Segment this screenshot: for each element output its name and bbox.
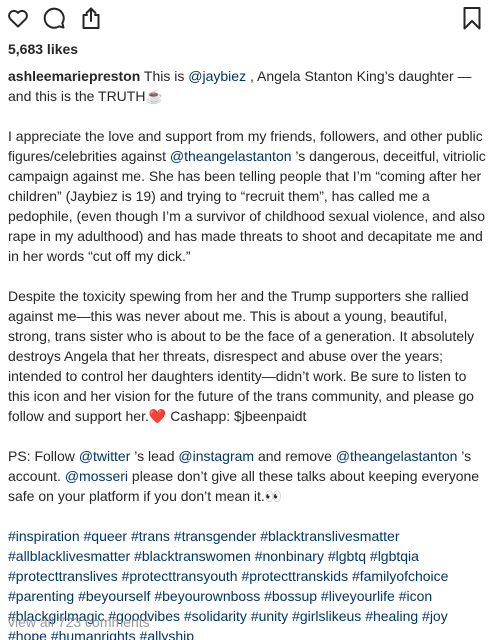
hashtag-link[interactable]: #bossup bbox=[264, 588, 317, 604]
instagram-post-details: 5,683 likes ashleemariepreston This is @… bbox=[0, 0, 492, 640]
hashtag-link[interactable]: #parenting bbox=[8, 588, 74, 604]
heart-icon[interactable] bbox=[6, 6, 30, 30]
hashtag-link[interactable]: #queer bbox=[84, 528, 128, 544]
hashtag-link[interactable]: #blacktranslivesmatter bbox=[260, 528, 399, 544]
hashtag-link[interactable]: #healing bbox=[365, 608, 418, 624]
caption-paragraph-2: I appreciate the love and support from m… bbox=[8, 126, 486, 266]
hashtag-link[interactable]: #protecttranskids bbox=[241, 568, 348, 584]
caption-text: This is bbox=[140, 68, 189, 84]
share-icon[interactable] bbox=[79, 6, 103, 30]
hashtag-link[interactable]: #familyofchoice bbox=[352, 568, 449, 584]
hashtag-link[interactable]: #girlslikeus bbox=[292, 608, 361, 624]
mention-link[interactable]: @mosseri bbox=[65, 468, 128, 484]
hashtag-link[interactable]: #protecttranslives bbox=[8, 568, 118, 584]
caption-paragraph-4: PS: Follow @twitter ’s lead @instagram a… bbox=[8, 446, 486, 506]
hashtag-link[interactable]: #beyourself bbox=[78, 588, 150, 604]
mention-link[interactable]: @twitter bbox=[79, 448, 131, 464]
hashtag-link[interactable]: #allblacklivesmatter bbox=[8, 548, 130, 564]
hashtag-link[interactable]: #beyourownboss bbox=[154, 588, 260, 604]
hashtag-link[interactable]: #lgbtq bbox=[328, 548, 366, 564]
hashtag-link[interactable]: #transgender bbox=[174, 528, 257, 544]
bookmark-icon[interactable] bbox=[460, 6, 484, 30]
caption-paragraph-3: Despite the toxicity spewing from her an… bbox=[8, 286, 486, 426]
hashtag-link[interactable]: #lgbtqia bbox=[370, 548, 419, 564]
hashtag-link[interactable]: #protecttransyouth bbox=[122, 568, 238, 584]
caption-text: Despite the toxicity spewing from her an… bbox=[8, 288, 475, 424]
post-caption: ashleemariepreston This is @jaybiez , An… bbox=[8, 66, 486, 640]
comment-bubble-icon[interactable] bbox=[42, 6, 66, 30]
hashtag-link[interactable]: #icon bbox=[399, 588, 432, 604]
mention-link[interactable]: @instagram bbox=[178, 448, 254, 464]
view-all-comments-link[interactable]: view all 723 comments bbox=[8, 614, 150, 630]
hashtag-link[interactable]: #liveyourlife bbox=[321, 588, 395, 604]
caption-text: ’s dangerous, deceitful, vitriolic campa… bbox=[8, 148, 486, 264]
caption-paragraph-1: ashleemariepreston This is @jaybiez , An… bbox=[8, 66, 486, 106]
hashtag-link[interactable]: #joy bbox=[422, 608, 448, 624]
post-action-bar bbox=[6, 6, 484, 30]
caption-text: ’s lead bbox=[130, 448, 179, 464]
hashtag-link[interactable]: #trans bbox=[131, 528, 170, 544]
hashtag-link[interactable]: #nonbinary bbox=[255, 548, 324, 564]
caption-username[interactable]: ashleemariepreston bbox=[8, 68, 140, 84]
hashtag-link[interactable]: #unity bbox=[251, 608, 288, 624]
mention-link[interactable]: @theangelastanton bbox=[170, 148, 292, 164]
mention-link[interactable]: @theangelastanton bbox=[336, 448, 458, 464]
hashtag-link[interactable]: #blacktranswomen bbox=[134, 548, 251, 564]
caption-text: and remove bbox=[254, 448, 336, 464]
mention-link[interactable]: @jaybiez bbox=[188, 68, 246, 84]
hashtag-link[interactable]: #inspiration bbox=[8, 528, 80, 544]
caption-text: PS: Follow bbox=[8, 448, 79, 464]
like-count[interactable]: 5,683 likes bbox=[8, 41, 78, 57]
hashtag-link[interactable]: #solidarity bbox=[184, 608, 247, 624]
